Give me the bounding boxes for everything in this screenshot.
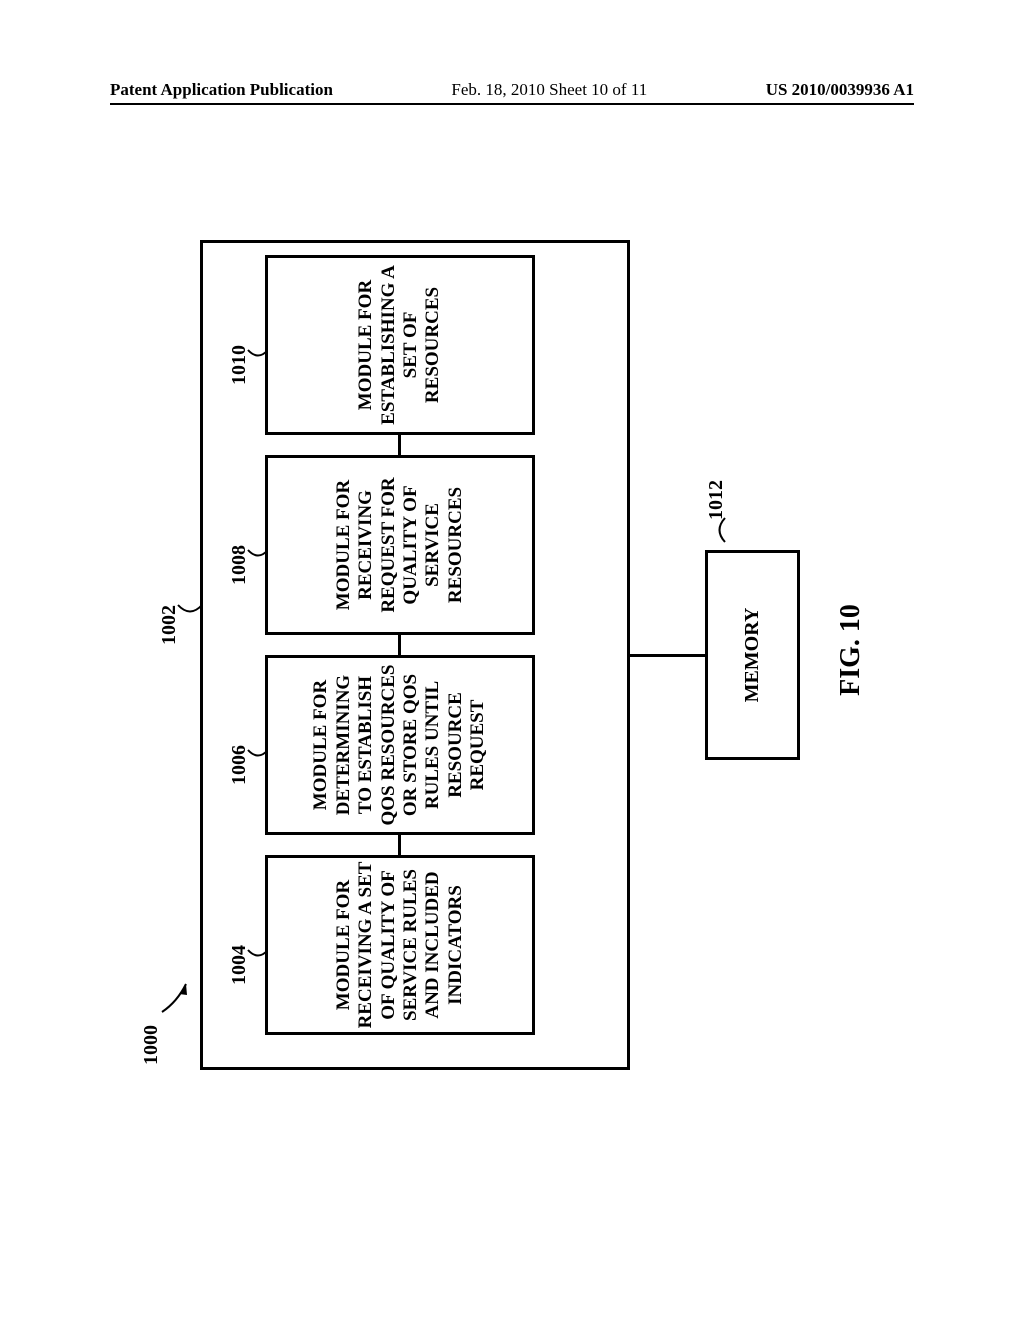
ref-label-1000: 1000 xyxy=(140,1025,163,1065)
diagram: 1000 1002 1004 1006 1008 1010 xyxy=(100,160,910,1140)
header-mid: Feb. 18, 2010 Sheet 10 of 11 xyxy=(451,80,647,100)
connector-m3-m4 xyxy=(398,435,401,455)
page-header: Patent Application Publication Feb. 18, … xyxy=(110,80,914,105)
figure-caption: FIG. 10 xyxy=(835,160,867,1140)
ref-leader-1000-arrow-icon xyxy=(162,982,192,1012)
memory-label: MEMORY xyxy=(741,608,764,703)
module-determining-establish-store: MODULE FOR DETERMINING TO ESTABLISH QOS … xyxy=(265,655,535,835)
module-establishing-resources: MODULE FOR ESTABLISHING A SET OF RESOURC… xyxy=(265,255,535,435)
connector-m1-m2 xyxy=(398,835,401,855)
module-receiving-qos-rules: MODULE FOR RECEIVING A SET OF QUALITY OF… xyxy=(265,855,535,1035)
connector-outer-memory xyxy=(630,654,705,657)
ref-label-1002: 1002 xyxy=(158,605,181,645)
connector-m2-m3 xyxy=(398,635,401,655)
figure-area: 1000 1002 1004 1006 1008 1010 xyxy=(100,160,910,1140)
header-right: US 2010/0039936 A1 xyxy=(766,80,914,100)
module-text: MODULE FOR ESTABLISHING A SET OF RESOURC… xyxy=(355,260,445,430)
module-text: MODULE FOR RECEIVING REQUEST FOR QUALITY… xyxy=(333,460,467,630)
ref-leader-1012 xyxy=(720,517,730,542)
module-receiving-request: MODULE FOR RECEIVING REQUEST FOR QUALITY… xyxy=(265,455,535,635)
header-left: Patent Application Publication xyxy=(110,80,333,100)
memory-box: MEMORY xyxy=(705,550,800,760)
module-text: MODULE FOR RECEIVING A SET OF QUALITY OF… xyxy=(333,860,467,1030)
module-text: MODULE FOR DETERMINING TO ESTABLISH QOS … xyxy=(310,660,489,830)
